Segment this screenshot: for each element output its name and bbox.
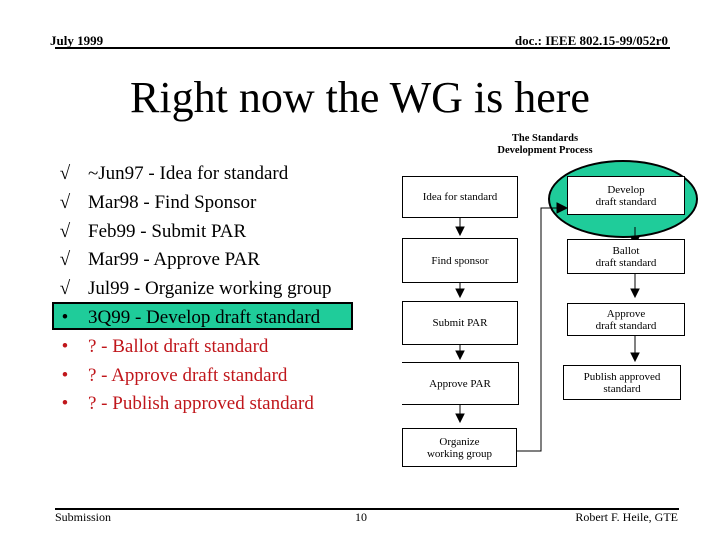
connector-line	[517, 207, 557, 452]
milestone-item: • ? - Publish approved standard	[56, 390, 356, 419]
milestone-text: ? - Publish approved standard	[88, 393, 314, 415]
bullet-icon: •	[61, 364, 69, 386]
milestone-item: • ? - Ballot draft standard	[56, 333, 356, 362]
header-rule	[55, 47, 670, 49]
milestone-item: • ? - Approve draft standard	[56, 362, 356, 391]
milestone-text: Mar98 - Find Sponsor	[88, 191, 257, 213]
milestone-item: √ ~Jun97 - Idea for standard	[56, 160, 356, 189]
footer-submission: Submission	[55, 510, 112, 524]
arrow-down-icon	[455, 288, 465, 299]
check-icon: √	[59, 278, 71, 300]
milestone-text: Jul99 - Organize working group	[88, 278, 332, 300]
milestone-item: √ Mar99 - Approve PAR	[56, 246, 356, 275]
stage-organize-wg: Organize working group	[402, 428, 517, 467]
stage-publish-standard: Publish approved standard	[563, 365, 681, 400]
stage-approve-draft: Approve draft standard	[567, 303, 685, 336]
footer-author: Robert F. Heile, GTE	[575, 510, 678, 524]
arrow-down-icon	[630, 352, 640, 363]
bullet-icon: •	[61, 335, 69, 357]
check-icon: √	[59, 163, 71, 184]
stage-ballot-draft: Ballot draft standard	[567, 239, 685, 274]
milestone-list: √ ~Jun97 - Idea for standard √ Mar98 - Fin…	[56, 160, 356, 419]
milestone-item-current: • 3Q99 - Develop draft standard	[56, 304, 356, 333]
milestone-text: Mar99 - Approve PAR	[88, 249, 260, 271]
milestone-text: ? - Approve draft standard	[88, 364, 288, 386]
milestone-item: √ Mar98 - Find Sponsor	[56, 189, 356, 218]
check-icon: √	[59, 249, 71, 271]
milestone-text: ~Jun97 - Idea for standard	[88, 163, 289, 184]
milestone-text: ? - Ballot draft standard	[88, 335, 269, 357]
stage-develop-draft: Develop draft standard	[567, 176, 685, 215]
stage-submit-par: Submit PAR	[402, 301, 518, 345]
bullet-icon: •	[61, 306, 69, 328]
stage-approve-par: Approve PAR	[402, 362, 519, 405]
check-icon: √	[59, 191, 71, 213]
stage-idea: Idea for standard	[402, 176, 518, 218]
bullet-icon: •	[61, 393, 69, 415]
milestone-text: 3Q99 - Develop draft standard	[88, 306, 321, 328]
milestone-text: Feb99 - Submit PAR	[88, 220, 247, 242]
process-diagram: The Standards Development Process Idea f…	[395, 125, 715, 485]
check-icon: √	[59, 220, 71, 242]
arrow-right-icon	[556, 202, 569, 214]
page-number: 10	[355, 510, 367, 524]
milestone-item: √ Jul99 - Organize working group	[56, 275, 356, 304]
milestone-item: √ Feb99 - Submit PAR	[56, 218, 356, 247]
arrow-down-icon	[630, 288, 640, 299]
arrow-down-icon	[455, 226, 465, 237]
arrow-down-icon	[455, 350, 465, 361]
arrow-down-icon	[455, 413, 465, 424]
stage-find-sponsor: Find sponsor	[402, 238, 518, 283]
slide-title: Right now the WG is here	[130, 73, 590, 122]
